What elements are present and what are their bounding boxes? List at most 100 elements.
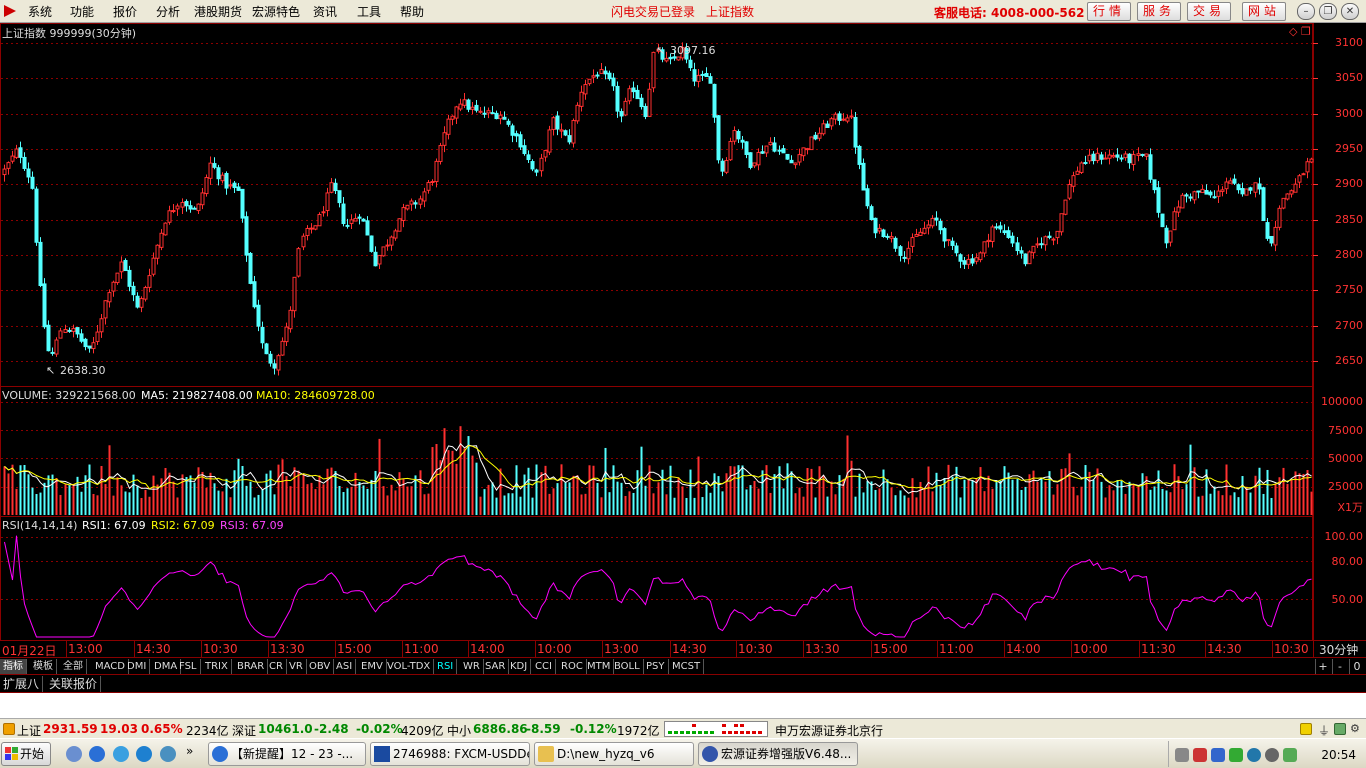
volume-bar xyxy=(136,485,139,515)
zx-pct: -0.12% xyxy=(570,722,617,736)
tab-dmi[interactable]: DMI xyxy=(124,659,151,674)
candle-body xyxy=(63,328,68,333)
shield-icon[interactable] xyxy=(1211,748,1225,762)
tab-mcst[interactable]: MCST xyxy=(669,659,705,674)
zoom-out-button[interactable]: - xyxy=(1332,659,1347,674)
volume-bar xyxy=(527,467,530,515)
tab-cr[interactable]: CR xyxy=(266,659,287,674)
zoom-reset-button[interactable]: 0 xyxy=(1349,659,1364,674)
start-button[interactable]: 开始 xyxy=(1,742,51,766)
zoom-in-button[interactable]: + xyxy=(1315,659,1330,674)
tab-all[interactable]: 全部 xyxy=(60,659,87,674)
zx-name[interactable]: 中小 xyxy=(447,722,471,739)
tab-asi[interactable]: ASI xyxy=(333,659,357,674)
antivirus-icon[interactable] xyxy=(1247,748,1261,762)
sz-name[interactable]: 深证 xyxy=(232,722,256,739)
connection-icon[interactable] xyxy=(1334,723,1346,735)
candle-body xyxy=(922,227,927,234)
explorer-quicklaunch-icon[interactable] xyxy=(113,746,129,762)
restore-icon[interactable]: ❐ xyxy=(1319,3,1337,20)
tab-mtm[interactable]: MTM xyxy=(584,659,615,674)
nav-button-website[interactable]: 网站 xyxy=(1242,2,1286,21)
candle-body xyxy=(365,220,370,236)
tab-fsl[interactable]: FSL xyxy=(176,659,201,674)
volume-bar xyxy=(124,491,127,515)
tab-related-quotes[interactable]: 关联报价 xyxy=(46,676,102,692)
volume-bar xyxy=(261,489,264,515)
flag-icon[interactable] xyxy=(1193,748,1207,762)
task-folder[interactable]: D:\new_hyzq_v6 xyxy=(534,742,694,766)
menu-tools[interactable]: 工具 xyxy=(357,3,381,20)
menu-system[interactable]: 系统 xyxy=(28,3,52,20)
task-browser[interactable]: 【新提醒】12 - 23 -... xyxy=(208,742,366,766)
update-icon[interactable] xyxy=(1283,748,1297,762)
chart-options-icon[interactable]: ◇ ❐ xyxy=(1289,25,1311,38)
volume-bar xyxy=(1249,492,1252,515)
candle-body xyxy=(87,345,92,349)
menu-quote[interactable]: 报价 xyxy=(113,3,137,20)
candle-body xyxy=(551,117,556,130)
security-icon[interactable] xyxy=(1229,748,1243,762)
nav-button-quotes[interactable]: 行情 xyxy=(1087,2,1131,21)
candle-body xyxy=(353,218,358,222)
volume-bar xyxy=(798,487,801,515)
settings-icon[interactable]: ⚙ xyxy=(1350,722,1360,735)
tab-obv[interactable]: OBV xyxy=(306,659,335,674)
candle-body xyxy=(264,343,269,355)
chart-area[interactable]: 上证指数 999999(30分钟) ◇ ❐ ↖ 3097.16 ↖ 2638.3… xyxy=(0,23,1366,658)
menu-analysis[interactable]: 分析 xyxy=(156,3,180,20)
nav-button-trade[interactable]: 交易 xyxy=(1187,2,1231,21)
ie-quicklaunch-icon[interactable] xyxy=(89,746,105,762)
volume-bar xyxy=(1088,471,1091,515)
task-hongyuan[interactable]: 宏源证券增强版V6.48... xyxy=(698,742,858,766)
nav-button-service[interactable]: 服务 xyxy=(1137,2,1181,21)
tab-trix[interactable]: TRIX xyxy=(202,659,232,674)
volume-bar xyxy=(535,464,538,515)
candle-body xyxy=(599,68,604,74)
close-icon[interactable]: ✕ xyxy=(1341,3,1359,20)
tab-indicator[interactable]: 指标 xyxy=(0,659,27,674)
tab-boll[interactable]: BOLL xyxy=(611,659,644,674)
volume-bar xyxy=(757,488,760,515)
tab-template[interactable]: 模板 xyxy=(30,659,57,674)
network-icon[interactable] xyxy=(1265,748,1279,762)
chart-canvas[interactable] xyxy=(0,23,1366,657)
menu-news[interactable]: 资讯 xyxy=(313,3,337,20)
menu-help[interactable]: 帮助 xyxy=(400,3,424,20)
tab-sar[interactable]: SAR xyxy=(482,659,510,674)
tab-roc[interactable]: ROC xyxy=(558,659,587,674)
candle-body xyxy=(54,339,59,355)
volume-bar xyxy=(790,471,793,515)
more-quicklaunch-icon[interactable]: » xyxy=(186,744,193,758)
period-label[interactable]: 30分钟 xyxy=(1319,641,1358,658)
tab-psy[interactable]: PSY xyxy=(643,659,669,674)
desktop-quicklaunch-icon[interactable] xyxy=(66,746,82,762)
menu-hongyuan[interactable]: 宏源特色 xyxy=(252,3,300,20)
tab-kdj[interactable]: KDJ xyxy=(507,659,532,674)
price-axis-label: 3050 xyxy=(1335,71,1363,84)
sh-name[interactable]: 上证 xyxy=(17,722,41,739)
tab-extension-8[interactable]: 扩展八 xyxy=(0,676,44,692)
candle-body xyxy=(534,169,539,173)
tab-vol-tdx[interactable]: VOL-TDX xyxy=(384,659,435,674)
candle-body xyxy=(938,220,943,231)
menu-hk-futures[interactable]: 港股期货 xyxy=(194,3,242,20)
tab-brar[interactable]: BRAR xyxy=(234,659,269,674)
tab-emv[interactable]: EMV xyxy=(358,659,387,674)
volume-bar xyxy=(931,491,934,515)
notice-icon[interactable] xyxy=(1300,723,1312,735)
candle-body xyxy=(732,130,737,142)
tab-rsi[interactable]: RSI xyxy=(434,659,458,674)
menu-function[interactable]: 功能 xyxy=(70,3,94,20)
volume-bar xyxy=(346,488,349,515)
messenger-quicklaunch-icon[interactable] xyxy=(160,746,176,762)
minimize-icon[interactable]: – xyxy=(1297,3,1315,20)
task-fxcm[interactable]: 2746988: FXCM-USDDe... xyxy=(370,742,530,766)
tab-wr[interactable]: WR xyxy=(460,659,484,674)
keyboard-icon[interactable] xyxy=(1175,748,1189,762)
tab-vr[interactable]: VR xyxy=(286,659,307,674)
signal-icon[interactable]: ⏚ xyxy=(1318,722,1330,739)
browser-quicklaunch-icon[interactable] xyxy=(136,746,152,762)
tab-cci[interactable]: CCI xyxy=(532,659,556,674)
candle-body xyxy=(1123,153,1128,159)
